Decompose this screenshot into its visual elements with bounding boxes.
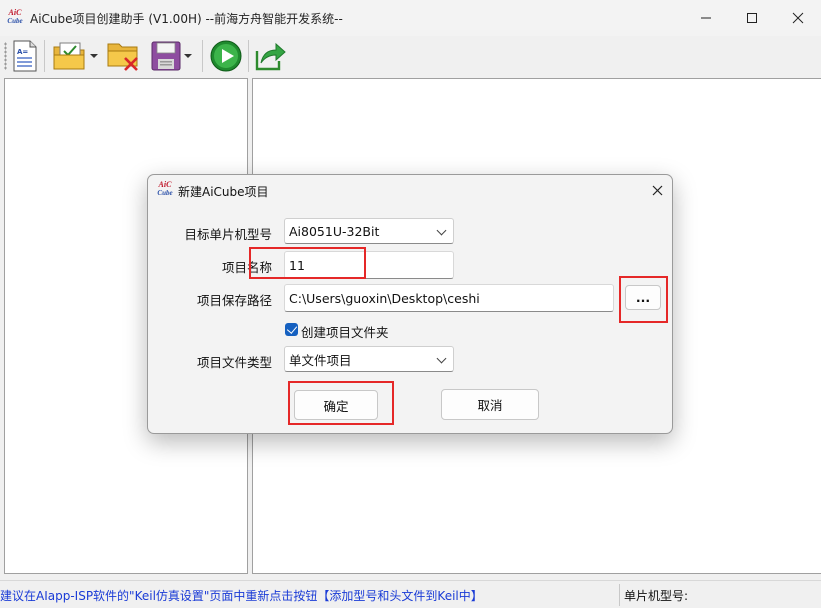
toolbar-separator bbox=[248, 40, 249, 72]
delete-project-button[interactable] bbox=[106, 38, 142, 74]
create-folder-checkbox[interactable] bbox=[285, 323, 298, 336]
chevron-down-icon bbox=[436, 225, 447, 236]
project-type-label: 项目文件类型 bbox=[196, 355, 272, 370]
status-divider bbox=[619, 584, 620, 606]
toolbar: A= bbox=[0, 36, 821, 76]
project-type-value: 单文件项目 bbox=[289, 352, 352, 368]
toolbar-separator bbox=[44, 40, 45, 72]
chevron-down-icon bbox=[89, 54, 98, 58]
save-project-button[interactable] bbox=[146, 38, 196, 74]
open-project-icon bbox=[53, 42, 84, 70]
cancel-button[interactable]: 取消 bbox=[441, 389, 539, 420]
create-folder-label[interactable]: 创建项目文件夹 bbox=[301, 322, 389, 341]
save-path-value: C:\Users\guoxin\Desktop\ceshi bbox=[289, 290, 480, 306]
dialog-logo: AiC Cube bbox=[157, 180, 173, 198]
export-icon bbox=[255, 42, 286, 71]
delete-project-icon bbox=[107, 43, 138, 71]
open-project-button[interactable] bbox=[50, 38, 100, 74]
run-icon bbox=[210, 40, 242, 72]
highlight-box bbox=[619, 276, 668, 323]
toolbar-separator bbox=[202, 40, 203, 72]
minimize-icon bbox=[701, 17, 711, 19]
save-icon bbox=[151, 41, 180, 71]
dialog-close-button[interactable] bbox=[644, 178, 670, 202]
close-window-button[interactable] bbox=[775, 0, 821, 36]
new-file-icon: A= bbox=[13, 40, 37, 72]
run-button[interactable] bbox=[208, 38, 244, 74]
status-chip-model: 单片机型号: bbox=[624, 589, 689, 603]
dialog-title: 新建AiCube项目 bbox=[178, 185, 269, 199]
status-bar: 建议在AIapp-ISP软件的"Keil仿真设置"页面中重新点击按钮【添加型号和… bbox=[0, 580, 821, 608]
chevron-down-icon bbox=[436, 353, 447, 364]
close-icon bbox=[652, 185, 662, 195]
highlight-box bbox=[288, 381, 394, 425]
new-project-dialog: AiC Cube 新建AiCube项目 目标单片机型号 Ai8051U-32Bi… bbox=[147, 174, 673, 434]
new-project-button[interactable]: A= bbox=[10, 38, 40, 74]
export-button[interactable] bbox=[254, 38, 288, 74]
window-title: AiCube项目创建助手 (V1.00H) --前海方舟智能开发系统-- bbox=[30, 12, 343, 26]
project-type-select[interactable]: 单文件项目 bbox=[284, 346, 454, 372]
chevron-down-icon bbox=[183, 54, 192, 58]
mcu-model-select[interactable]: Ai8051U-32Bit bbox=[284, 218, 454, 244]
highlight-box bbox=[249, 247, 366, 279]
minimize-button[interactable] bbox=[683, 0, 729, 36]
maximize-button[interactable] bbox=[729, 0, 775, 36]
toolbar-grip[interactable] bbox=[4, 42, 7, 70]
save-path-input[interactable]: C:\Users\guoxin\Desktop\ceshi bbox=[284, 284, 614, 312]
maximize-icon bbox=[747, 13, 757, 23]
title-bar: AiC Cube AiCube项目创建助手 (V1.00H) --前海方舟智能开… bbox=[0, 0, 821, 36]
mcu-model-label: 目标单片机型号 bbox=[184, 227, 272, 242]
status-message: 建议在AIapp-ISP软件的"Keil仿真设置"页面中重新点击按钮【添加型号和… bbox=[0, 589, 483, 603]
save-path-label: 项目保存路径 bbox=[196, 293, 272, 308]
app-logo: AiC Cube bbox=[7, 8, 23, 26]
close-icon bbox=[792, 12, 804, 24]
svg-text:A=: A= bbox=[17, 48, 28, 56]
mcu-model-value: Ai8051U-32Bit bbox=[289, 223, 380, 239]
